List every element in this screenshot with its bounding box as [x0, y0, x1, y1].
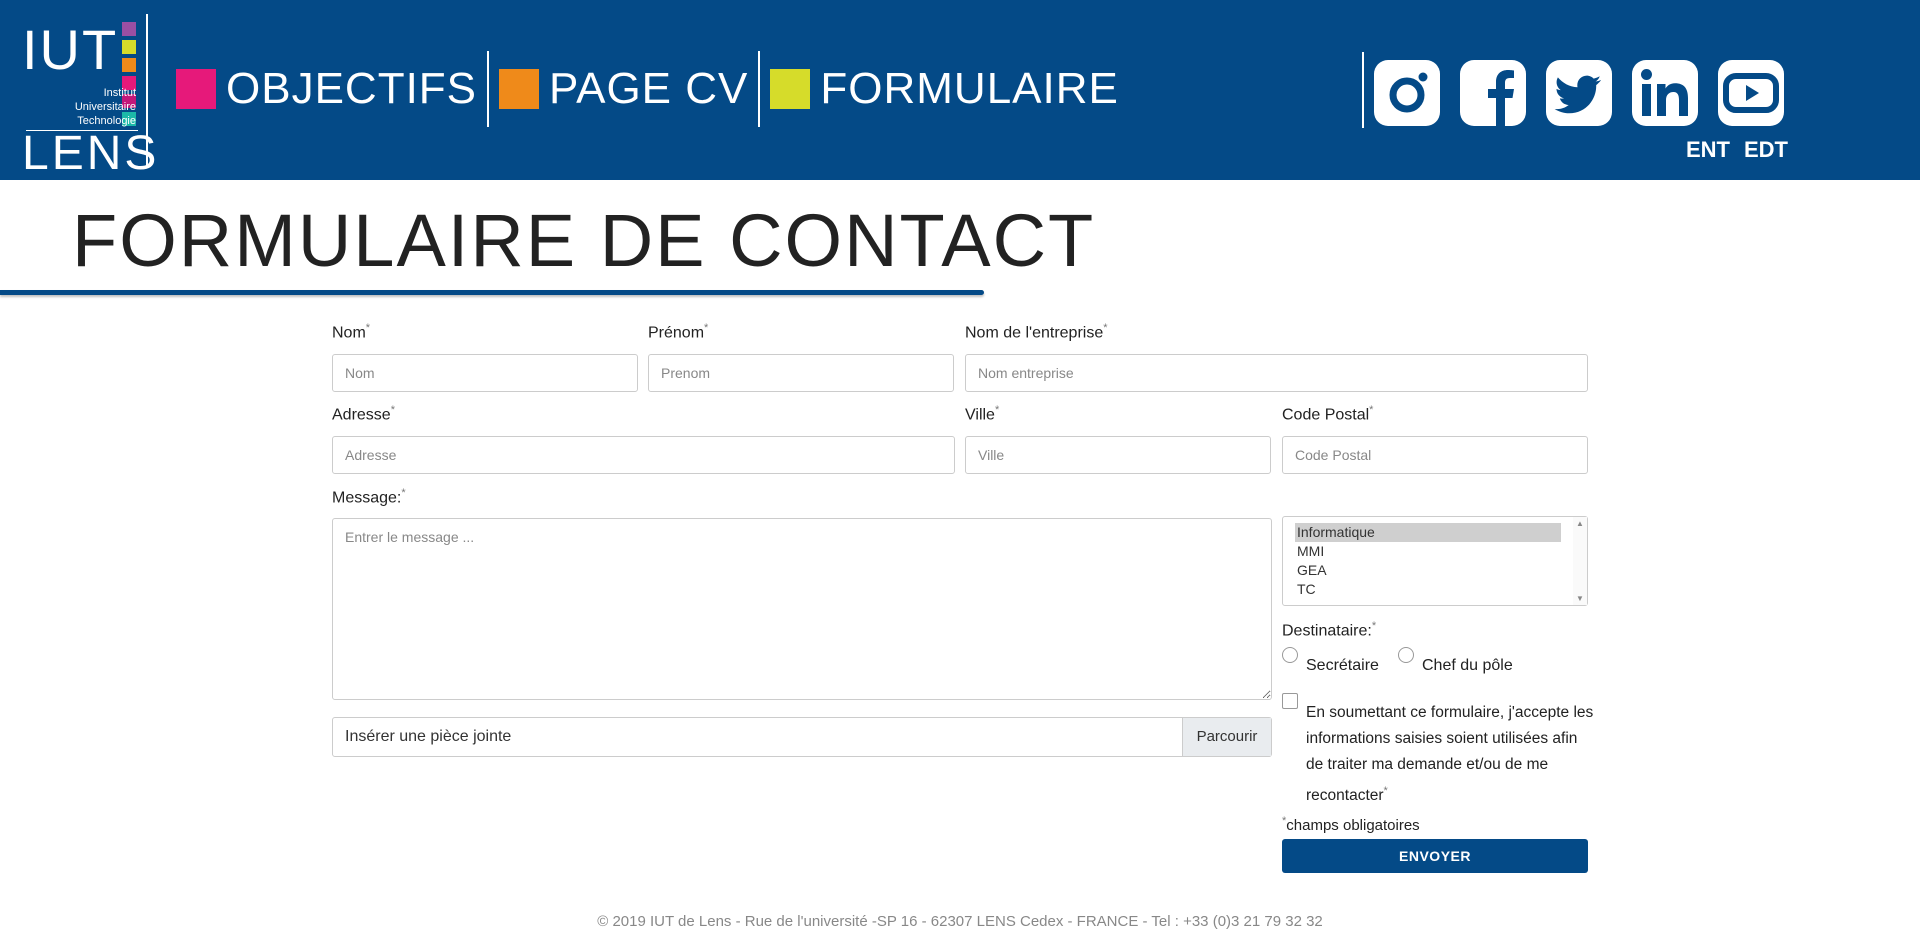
scroll-down-icon[interactable]: ▼	[1576, 594, 1584, 603]
ville-label: Ville*	[965, 404, 1000, 424]
prenom-input[interactable]	[648, 354, 954, 392]
listbox-scrollbar[interactable]: ▲ ▼	[1573, 517, 1587, 605]
department-option[interactable]: GEA	[1295, 561, 1587, 580]
code-postal-input[interactable]	[1282, 436, 1588, 474]
nav-square-pink	[176, 69, 216, 109]
nav-label: FORMULAIRE	[820, 64, 1119, 113]
nav-square-orange	[499, 69, 540, 109]
nav-item-formulaire[interactable]: FORMULAIRE	[770, 52, 1128, 126]
consent-checkbox[interactable]	[1282, 693, 1298, 709]
nom-input[interactable]	[332, 354, 638, 392]
logo-vertical-divider	[146, 14, 148, 166]
destinataire-label: Destinataire:*	[1282, 620, 1377, 640]
facebook-icon[interactable]	[1460, 60, 1526, 126]
radio-chef-du-pole-label: Chef du pôle	[1422, 657, 1513, 674]
iut-lens-logo[interactable]: IUT Institut Universitaire Technologie L…	[22, 14, 156, 178]
nav-item-objectifs[interactable]: OBJECTIFS	[176, 52, 487, 126]
attachment-label: Insérer une pièce jointe	[345, 728, 512, 745]
logo-square-purple	[122, 22, 136, 36]
instagram-icon[interactable]	[1374, 60, 1440, 126]
logo-subtitle: Institut Universitaire Technologie	[74, 87, 136, 127]
consent-text: En soumettant ce formulaire, j'accepte l…	[1306, 704, 1594, 805]
department-option[interactable]: TC	[1295, 580, 1587, 599]
logo-square-orange	[122, 58, 136, 72]
submit-button[interactable]: ENVOYER	[1282, 839, 1588, 873]
entreprise-input[interactable]	[965, 354, 1588, 392]
required-fields-note: *champs obligatoires	[1282, 815, 1420, 834]
nav-label: PAGE CV	[549, 64, 749, 113]
adresse-label: Adresse*	[332, 404, 395, 424]
prenom-label: Prénom*	[648, 322, 709, 342]
page-title: FORMULAIRE DE CONTACT	[72, 199, 1096, 282]
nav-divider	[487, 51, 490, 127]
nav-square-yellow	[770, 69, 811, 109]
nom-label: Nom*	[332, 322, 371, 342]
adresse-input[interactable]	[332, 436, 955, 474]
radio-secretaire[interactable]	[1282, 647, 1298, 663]
linkedin-icon[interactable]	[1632, 60, 1698, 126]
twitter-icon[interactable]	[1546, 60, 1612, 126]
radio-secretaire-label: Secrétaire	[1306, 657, 1379, 674]
site-header: IUT Institut Universitaire Technologie L…	[0, 0, 1920, 180]
ville-input[interactable]	[965, 436, 1271, 474]
logo-iut-text: IUT	[22, 18, 119, 81]
logo-square-yellow	[122, 40, 136, 54]
footer-text: © 2019 IUT de Lens - Rue de l'université…	[597, 913, 1323, 930]
browse-button[interactable]: Parcourir	[1182, 718, 1271, 756]
scroll-up-icon[interactable]: ▲	[1576, 519, 1584, 528]
title-underline	[0, 290, 984, 295]
ent-link[interactable]: ENT	[1686, 137, 1730, 162]
edt-link[interactable]: EDT	[1744, 137, 1788, 162]
youtube-icon[interactable]	[1718, 60, 1784, 126]
message-textarea[interactable]	[332, 518, 1272, 700]
department-option[interactable]: MMI	[1295, 542, 1587, 561]
nav-item-page-cv[interactable]: PAGE CV	[499, 52, 758, 126]
social-divider	[1362, 52, 1364, 128]
main-nav: OBJECTIFS PAGE CV FORMULAIRE	[176, 51, 1129, 127]
quick-links: ENT EDT	[1686, 137, 1802, 163]
logo-lens-text: LENS	[22, 127, 160, 180]
nav-divider	[758, 51, 761, 127]
message-label: Message:*	[332, 487, 406, 507]
department-select[interactable]: Informatique MMI GEA TC ▲ ▼	[1282, 516, 1588, 606]
nav-label: OBJECTIFS	[226, 64, 478, 113]
entreprise-label: Nom de l'entreprise*	[965, 322, 1108, 342]
radio-chef-du-pole[interactable]	[1398, 647, 1414, 663]
code-postal-label: Code Postal*	[1282, 404, 1374, 424]
department-option[interactable]: Informatique	[1295, 523, 1561, 542]
attachment-field[interactable]: Insérer une pièce jointe Parcourir	[332, 717, 1272, 757]
social-links	[1374, 60, 1784, 126]
